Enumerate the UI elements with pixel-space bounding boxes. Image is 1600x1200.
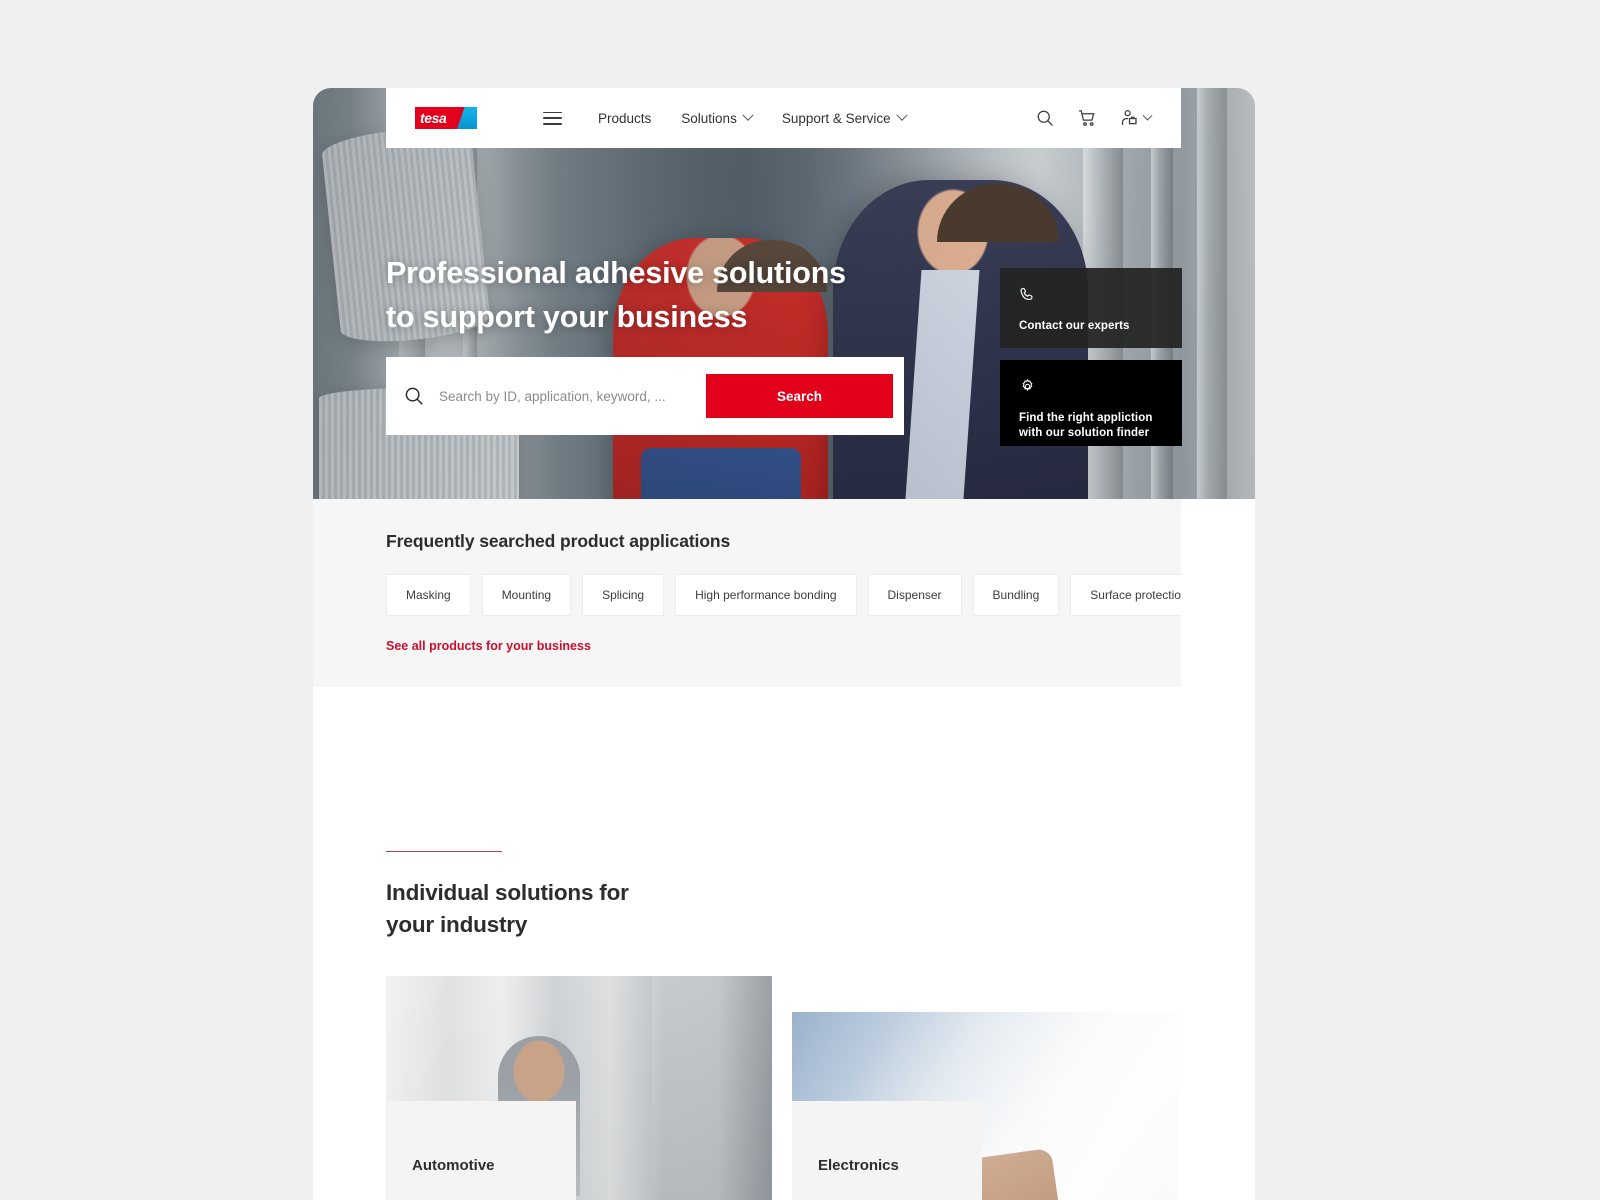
burger-line — [543, 111, 562, 114]
account-icon — [1121, 110, 1137, 125]
phone-icon — [1020, 287, 1033, 300]
frequently-searched-title: Frequently searched product applications — [386, 531, 731, 551]
tag-mounting[interactable]: Mounting — [481, 574, 572, 616]
card-title: Automotive — [412, 1157, 495, 1174]
solution-finder-label: Find the right appliction with our solut… — [1019, 412, 1153, 440]
tag-splicing[interactable]: Splicing — [582, 574, 665, 616]
account-menu[interactable] — [1119, 108, 1153, 128]
industry-section-title: Individual solutions for your industry — [386, 877, 629, 940]
frequently-searched-section: Frequently searched product applications… — [313, 499, 1208, 687]
burger-line — [543, 122, 562, 125]
hamburger-menu-icon[interactable] — [543, 111, 562, 125]
search-input[interactable] — [439, 388, 706, 404]
electronics-card-label: Electronics — [792, 1101, 982, 1200]
logo-swoosh-icon — [457, 107, 477, 129]
industry-card-list: Automotive Electronics Bui — [386, 976, 1255, 1200]
industry-card-automotive[interactable]: Automotive — [386, 976, 772, 1200]
site-header: tesa Products Solutions Support & Servic… — [386, 88, 1181, 148]
tag-dispenser[interactable]: Dispenser — [867, 574, 962, 616]
nav-label: Support & Service — [781, 110, 891, 126]
gear-icon — [1022, 378, 1033, 392]
automotive-card-label: Automotive — [386, 1101, 576, 1200]
industry-title-line-1: Individual solutions for — [386, 880, 629, 905]
solution-finder-card[interactable]: Find the right appliction with our solut… — [1000, 360, 1182, 446]
hero-headline: Professional adhesive solutions to suppo… — [386, 251, 846, 339]
nav-item-solutions[interactable]: Solutions — [681, 109, 754, 126]
hero-search-bar: Search — [386, 357, 904, 435]
section-rule-divider — [386, 851, 502, 852]
tag-masking[interactable]: Masking — [386, 574, 471, 616]
nav-label: Products — [598, 110, 652, 126]
contact-experts-label: Contact our experts — [1019, 320, 1130, 332]
nav-item-support-service[interactable]: Support & Service — [781, 109, 908, 126]
cart-icon[interactable] — [1077, 108, 1097, 128]
contact-experts-card[interactable]: Contact our experts — [1000, 268, 1182, 348]
search-icon[interactable] — [1035, 108, 1055, 128]
search-button[interactable]: Search — [706, 374, 893, 418]
industry-title-line-2: your industry — [386, 911, 528, 937]
tag-high-performance-bonding[interactable]: High performance bonding — [675, 574, 857, 616]
browser-page-frame: tesa Products Solutions Support & Servic… — [313, 88, 1255, 1200]
content-right-margin — [1181, 499, 1255, 1200]
primary-navigation: Products Solutions Support & Service — [598, 109, 908, 126]
burger-line — [543, 117, 562, 119]
card-title: Electronics — [818, 1157, 899, 1174]
search-icon[interactable] — [403, 385, 425, 407]
logo-wordmark: tesa — [420, 110, 447, 126]
see-all-products-link[interactable]: See all products for your business — [386, 639, 591, 653]
header-actions — [1035, 108, 1153, 128]
chevron-down-icon — [895, 109, 908, 121]
tesa-logo[interactable]: tesa — [415, 107, 477, 129]
nav-item-products[interactable]: Products — [598, 111, 651, 126]
application-tag-row: Masking Mounting Splicing High performan… — [386, 574, 1208, 616]
hero-headline-line-2: to support your business — [386, 300, 748, 335]
industry-card-electronics[interactable]: Electronics — [792, 976, 1178, 1200]
tag-bundling[interactable]: Bundling — [972, 574, 1060, 616]
industry-solutions-section: Individual solutions for your industry A… — [313, 687, 1255, 1200]
chevron-down-icon — [742, 109, 754, 121]
nav-label: Solutions — [681, 110, 737, 126]
chevron-down-icon — [1142, 110, 1153, 121]
hero-headline-line-1: Professional adhesive solutions — [386, 256, 846, 290]
